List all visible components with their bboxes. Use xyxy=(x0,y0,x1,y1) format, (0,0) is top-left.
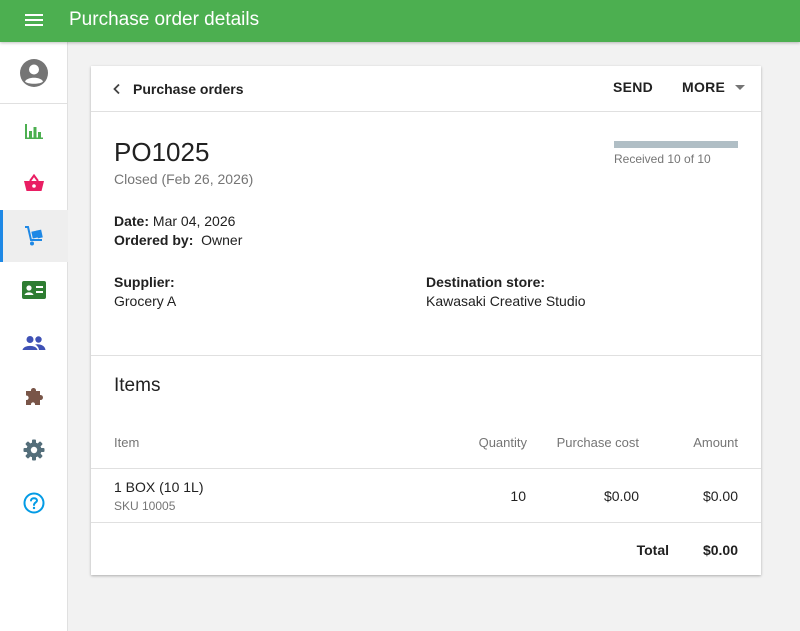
item-quantity: 10 xyxy=(510,488,526,504)
received-progress-fill xyxy=(614,141,738,148)
item-name: 1 BOX (10 1L) xyxy=(114,479,204,495)
purchase-order-card: Purchase orders SEND MORE PO1025 Closed … xyxy=(91,66,761,575)
po-status: Closed (Feb 26, 2026) xyxy=(114,171,254,187)
integrations-puzzle-icon xyxy=(26,388,43,405)
date-label: Date: xyxy=(114,213,150,229)
help-icon xyxy=(23,492,45,514)
reports-icon xyxy=(25,124,43,139)
sidebar-item-sales[interactable] xyxy=(0,157,68,209)
caret-down-icon xyxy=(735,84,746,90)
sidebar-item-settings[interactable] xyxy=(0,424,68,476)
destination-label: Destination store: xyxy=(426,274,546,290)
total-label: Total xyxy=(636,542,669,558)
destination-value: Kawasaki Creative Studio xyxy=(426,293,586,309)
items-section-title: Items xyxy=(114,375,161,396)
sidebar-item-help[interactable] xyxy=(0,477,68,529)
po-number: PO1025 xyxy=(114,137,210,167)
inventory-cart-icon xyxy=(25,226,43,246)
chevron-left-icon xyxy=(113,83,120,95)
column-header-amount: Amount xyxy=(693,435,738,450)
ordered-by-value: Owner xyxy=(201,232,243,248)
divider xyxy=(91,468,761,469)
divider xyxy=(91,355,761,356)
supplier-label: Supplier: xyxy=(114,274,175,290)
column-header-item: Item xyxy=(114,435,140,450)
sidebar xyxy=(0,42,68,631)
more-label: MORE xyxy=(682,79,726,95)
app-bar: Purchase order details xyxy=(0,0,800,42)
total-value: $0.00 xyxy=(702,542,738,558)
sidebar-item-inventory[interactable] xyxy=(0,210,68,262)
item-sku: SKU 10005 xyxy=(114,499,176,513)
po-ordered-by: Ordered by: Owner xyxy=(114,232,242,248)
send-button[interactable]: SEND xyxy=(613,79,653,95)
account-avatar-icon[interactable] xyxy=(0,42,68,104)
basket-icon xyxy=(24,174,44,191)
received-progress-bar xyxy=(614,141,738,148)
received-progress-label: Received 10 of 10 xyxy=(614,152,711,166)
po-date: Date: Mar 04, 2026 xyxy=(114,213,235,229)
ordered-by-label: Ordered by: xyxy=(114,232,194,248)
column-header-purchase-cost: Purchase cost xyxy=(556,435,639,450)
page-title: Purchase order details xyxy=(69,9,260,30)
settings-gear-icon xyxy=(23,439,45,461)
back-link-label: Purchase orders xyxy=(133,81,244,97)
more-menu-button[interactable]: MORE xyxy=(682,79,746,95)
item-amount: $0.00 xyxy=(702,488,738,504)
sidebar-item-integrations[interactable] xyxy=(0,370,68,422)
sidebar-item-customers[interactable] xyxy=(0,317,68,369)
column-header-quantity: Quantity xyxy=(478,435,527,450)
sidebar-item-reports[interactable] xyxy=(0,105,68,157)
sidebar-item-employees[interactable] xyxy=(0,264,68,316)
supplier-value: Grocery A xyxy=(114,293,177,309)
menu-icon[interactable] xyxy=(22,12,46,30)
employee-card-icon xyxy=(22,281,46,299)
item-purchase-cost: $0.00 xyxy=(603,488,639,504)
card-header: Purchase orders SEND MORE xyxy=(91,66,761,112)
date-value: Mar 04, 2026 xyxy=(152,213,236,229)
back-to-purchase-orders-link[interactable]: Purchase orders xyxy=(111,78,244,100)
divider xyxy=(91,522,761,523)
customers-icon xyxy=(22,336,46,350)
